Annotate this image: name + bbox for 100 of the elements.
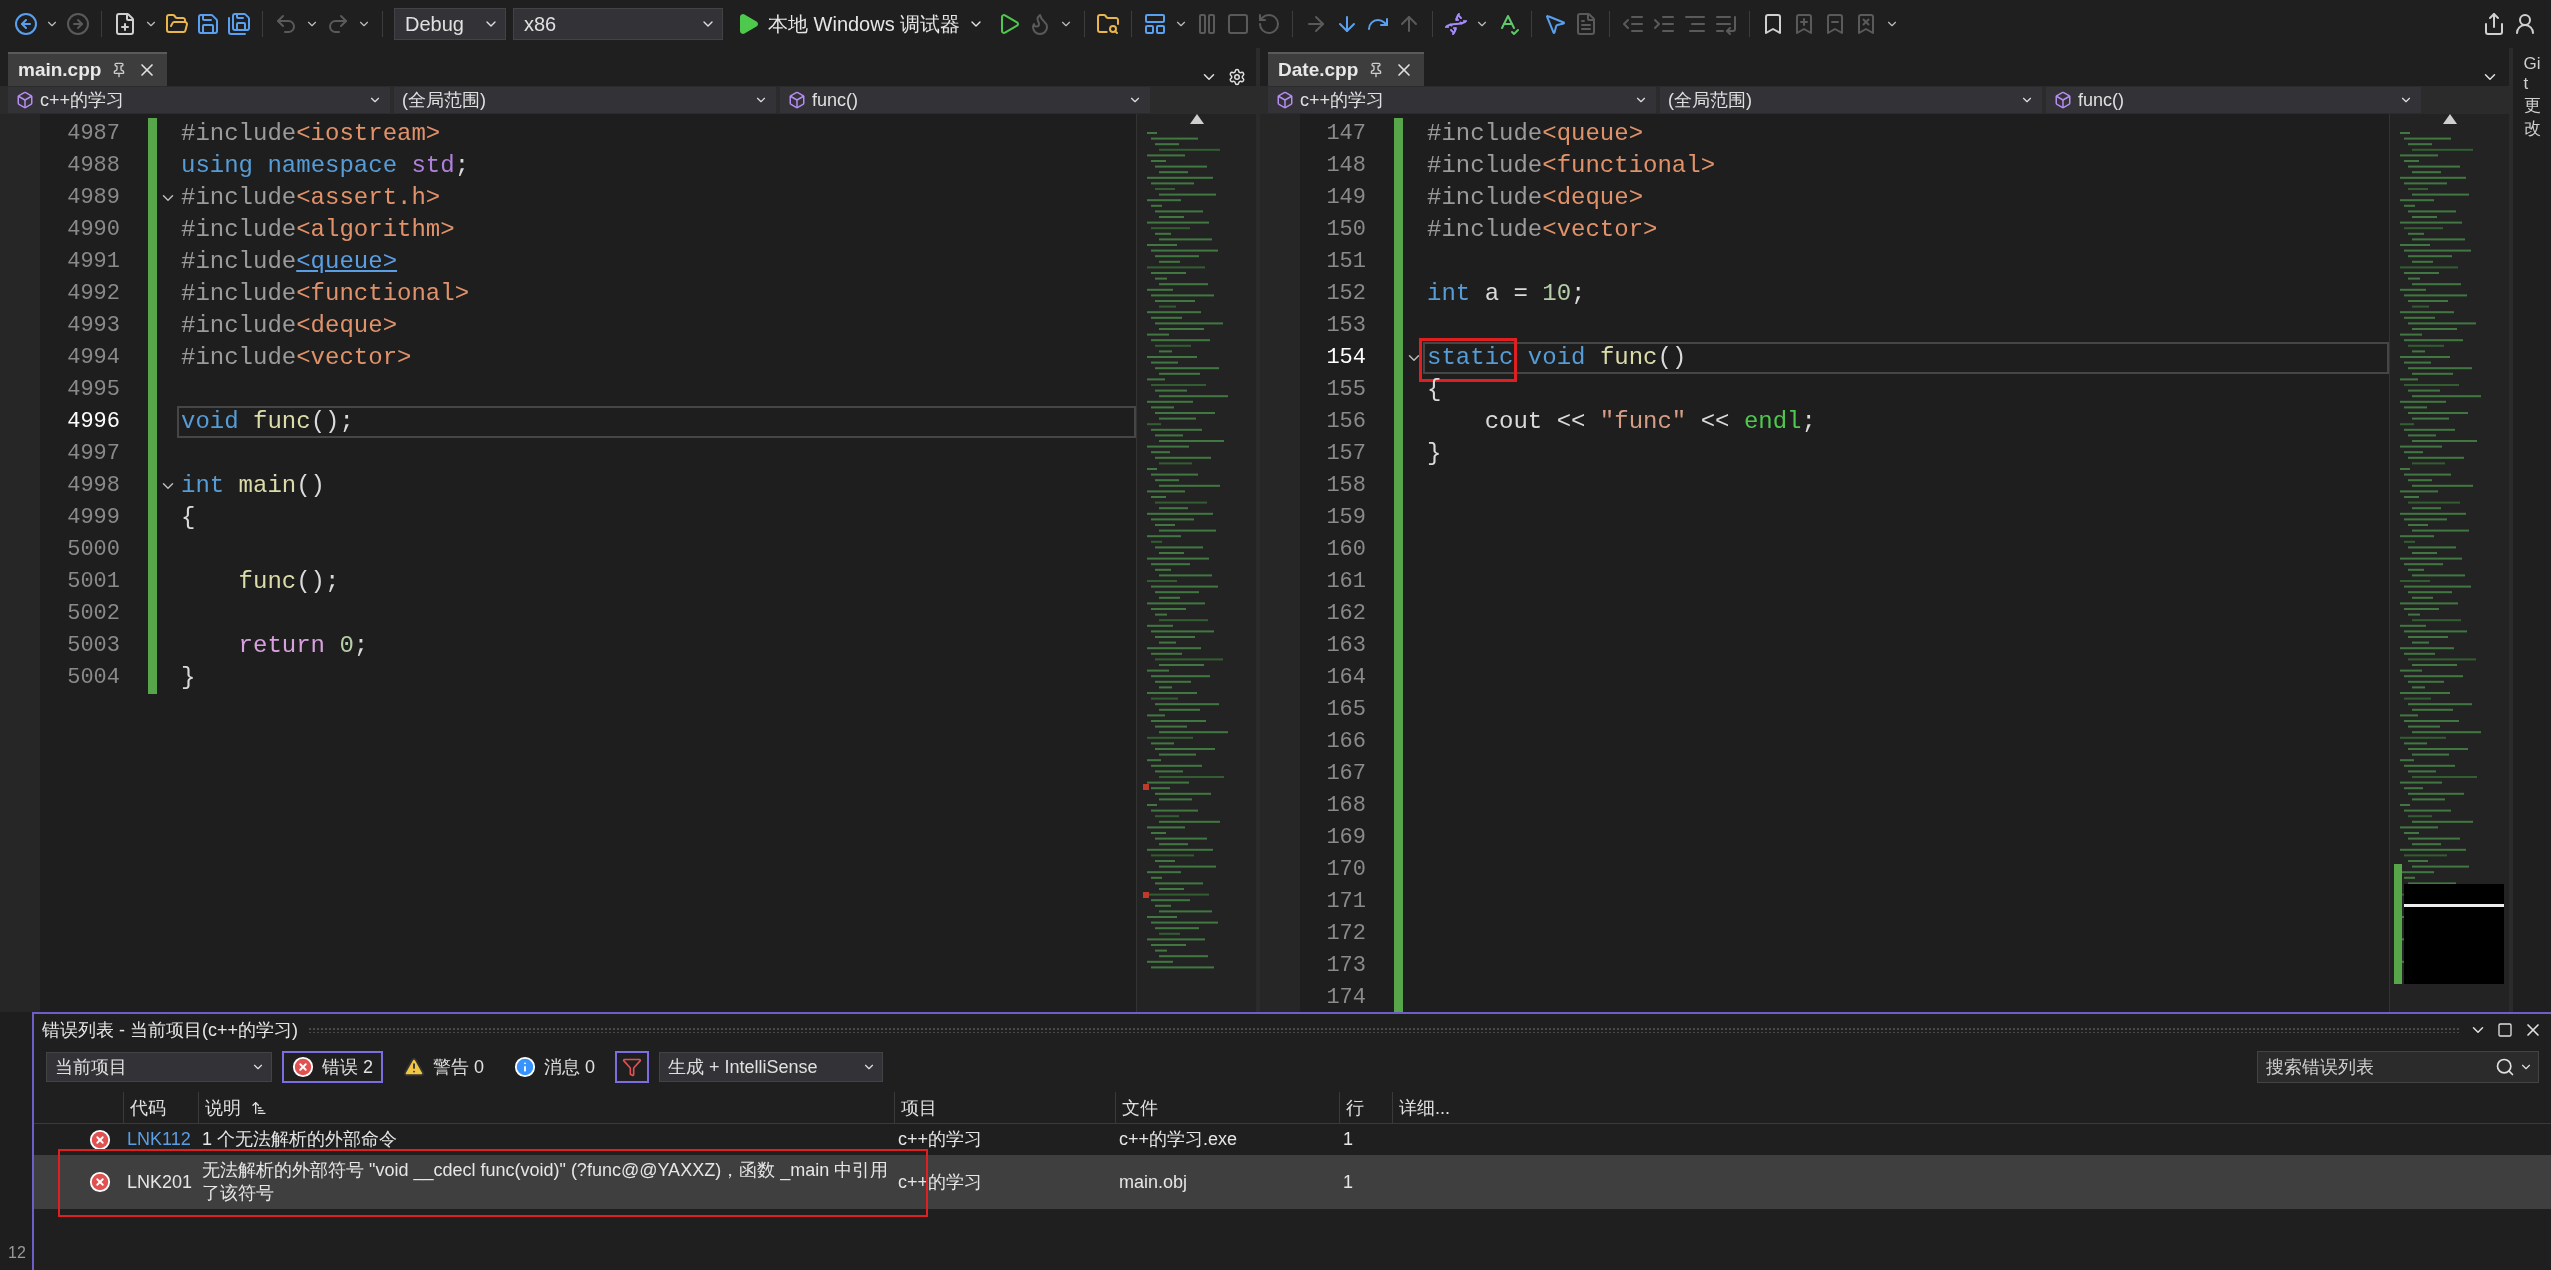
code-line: #include<queue> bbox=[180, 247, 399, 277]
line-number: 164 bbox=[1325, 664, 1367, 692]
code-line: #include<vector> bbox=[180, 343, 413, 373]
configuration-dropdown[interactable]: Debug bbox=[394, 8, 506, 40]
cube-icon bbox=[788, 91, 806, 109]
maximize-icon[interactable] bbox=[2497, 1022, 2513, 1038]
line-number: 161 bbox=[1325, 568, 1367, 596]
table-cell-text: c++的学习 bbox=[897, 1128, 984, 1151]
line-number: 174 bbox=[1325, 984, 1367, 1012]
code-line: #include<assert.h> bbox=[180, 183, 442, 213]
column-header[interactable]: 项目 bbox=[894, 1092, 1115, 1123]
line-number: 149 bbox=[1325, 184, 1367, 212]
column-header[interactable]: 行 bbox=[1339, 1092, 1392, 1123]
code-line: { bbox=[180, 503, 197, 533]
line-number: 162 bbox=[1325, 600, 1367, 628]
filter-icon bbox=[622, 1057, 643, 1077]
code-line: cout << "func" << endl; bbox=[1483, 407, 1817, 437]
line-number: 157 bbox=[1325, 440, 1367, 468]
search-field[interactable]: 搜索错误列表 bbox=[2257, 1051, 2539, 1083]
filter-button[interactable]: 警告 0 bbox=[393, 1051, 495, 1083]
line-number: 159 bbox=[1325, 504, 1367, 532]
column-header[interactable]: 文件 bbox=[1115, 1092, 1339, 1123]
column-header[interactable]: 代码 bbox=[123, 1092, 198, 1123]
line-number: 5004 bbox=[66, 664, 120, 692]
line-number: 153 bbox=[1325, 312, 1367, 340]
line-number: 5001 bbox=[66, 568, 120, 596]
scope-dropdown[interactable]: (全局范围) bbox=[394, 87, 776, 113]
error-icon bbox=[292, 1056, 314, 1078]
column-header[interactable]: 详细... bbox=[1392, 1092, 1462, 1123]
dna-icon[interactable] bbox=[1444, 12, 1469, 36]
line-number: 152 bbox=[1325, 280, 1367, 308]
member-dropdown[interactable]: func() bbox=[2046, 87, 2422, 113]
account-icon[interactable] bbox=[2513, 12, 2537, 36]
sort-icon bbox=[251, 1099, 267, 1116]
settings-icon[interactable] bbox=[1228, 68, 1247, 86]
save-all-icon[interactable] bbox=[227, 12, 251, 36]
line-number: 169 bbox=[1325, 824, 1367, 852]
editor-tab[interactable]: main.cpp bbox=[8, 52, 168, 86]
save-icon[interactable] bbox=[196, 12, 220, 36]
window-icon[interactable] bbox=[1143, 12, 1168, 36]
line-number: 151 bbox=[1325, 248, 1367, 276]
line-number: 167 bbox=[1325, 760, 1367, 788]
pointer-icon[interactable] bbox=[1543, 12, 1568, 36]
code-line: #include<vector> bbox=[1426, 215, 1659, 245]
line-number: 4990 bbox=[66, 216, 120, 244]
code-line: { bbox=[1426, 375, 1443, 405]
scope-dropdown[interactable]: (全局范围) bbox=[1660, 87, 2043, 113]
line-number: 4998 bbox=[66, 472, 120, 500]
code-line: #include<queue> bbox=[1426, 119, 1645, 149]
line-number: 4989 bbox=[66, 184, 120, 212]
code-line: int main() bbox=[180, 471, 327, 501]
line-number: 4994 bbox=[66, 344, 120, 372]
table-cell-text: c++的学习 bbox=[897, 1170, 984, 1194]
editor-tab[interactable]: Date.cpp bbox=[1268, 52, 1425, 86]
line-number: 158 bbox=[1325, 472, 1367, 500]
error-code[interactable]: LNK112 bbox=[123, 1129, 198, 1150]
project-dropdown[interactable]: c++的学习 bbox=[1268, 87, 1657, 113]
error-icon bbox=[89, 1128, 111, 1151]
line-number: 170 bbox=[1325, 856, 1367, 884]
line-number: 168 bbox=[1325, 792, 1367, 820]
new-file-icon[interactable] bbox=[113, 12, 137, 36]
code-line: return 0; bbox=[237, 631, 370, 661]
warning-icon bbox=[403, 1056, 425, 1078]
folder-search-icon[interactable] bbox=[1096, 12, 1121, 36]
back-icon[interactable] bbox=[14, 12, 38, 36]
line-number: 4987 bbox=[66, 120, 120, 148]
search-icon[interactable] bbox=[2495, 1057, 2515, 1077]
error-row[interactable]: LNK201 无法解析的外部符号 "void __cdecl func(void)" (?func@@YAXXZ)，函数 _main 中引用了该符号 c++的学习 main.obj 1 bbox=[34, 1155, 2551, 1209]
filter-toggle-button[interactable] bbox=[615, 1051, 650, 1083]
platform-dropdown[interactable]: x86 bbox=[513, 8, 723, 40]
code-line: int a = 10; bbox=[1426, 279, 1587, 309]
line-number: 155 bbox=[1325, 376, 1367, 404]
column-header[interactable]: 说明 bbox=[198, 1092, 894, 1123]
source-dropdown[interactable]: 生成 + IntelliSense bbox=[659, 1052, 884, 1082]
error-row[interactable]: LNK112 1 个无法解析的外部命令 c++的学习 c++的学习.exe 1 bbox=[34, 1124, 2551, 1155]
scope-dropdown[interactable]: 当前项目 bbox=[46, 1052, 272, 1082]
line-number: 5002 bbox=[66, 600, 120, 628]
table-cell-text: c++的学习.exe bbox=[1118, 1128, 1239, 1151]
error-description: 1 个无法解析的外部命令 bbox=[201, 1128, 398, 1151]
member-dropdown[interactable]: func() bbox=[780, 87, 1150, 113]
error-icon bbox=[89, 1171, 111, 1193]
line-number: 5003 bbox=[66, 632, 120, 660]
line-number: 160 bbox=[1325, 536, 1367, 564]
folder-icon[interactable] bbox=[165, 12, 189, 36]
line-number: 4997 bbox=[66, 440, 120, 468]
line-number: 4996 bbox=[66, 408, 120, 436]
line-number: 148 bbox=[1325, 152, 1367, 180]
run-debugger-button[interactable]: 本地 Windows 调试器 bbox=[730, 7, 991, 41]
line-number: 4993 bbox=[66, 312, 120, 340]
line-number: 4992 bbox=[66, 280, 120, 308]
filter-button[interactable]: 消息 0 bbox=[504, 1051, 606, 1083]
line-number: 171 bbox=[1325, 888, 1367, 916]
table-cell-text: main.obj bbox=[1118, 1170, 1189, 1194]
line-number: 173 bbox=[1325, 952, 1367, 980]
info-icon bbox=[514, 1056, 537, 1078]
filter-button[interactable]: 错误 2 bbox=[282, 1051, 383, 1083]
line-number: 5000 bbox=[66, 536, 120, 564]
code-line: } bbox=[180, 663, 197, 693]
share-icon[interactable] bbox=[2482, 12, 2506, 36]
project-dropdown[interactable]: c++的学习 bbox=[8, 87, 390, 113]
